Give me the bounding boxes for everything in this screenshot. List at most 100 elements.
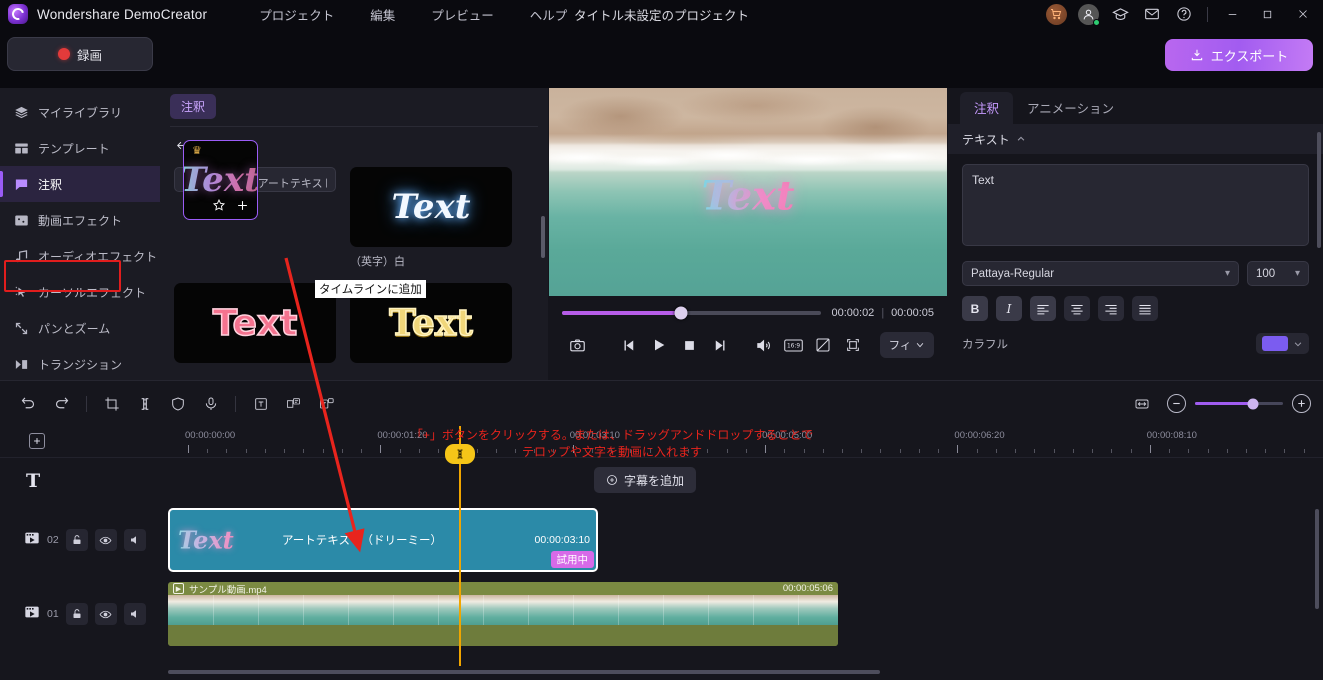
filmstrip-divider [483,595,484,625]
ruler-label: 00:00:08:10 [1146,430,1197,441]
templates-scrollbar[interactable] [541,216,545,258]
add-to-timeline-icon[interactable] [235,198,250,216]
italic-button[interactable]: I [996,296,1022,321]
fit-dropdown[interactable]: フィ [880,332,934,358]
microphone-icon[interactable] [194,389,227,419]
prev-frame-icon[interactable] [614,332,644,358]
font-size-dropdown[interactable]: 100 ▾ [1247,261,1309,286]
menu-item-help[interactable]: ヘルプ [530,5,568,24]
sidebar-item-pan-zoom[interactable]: パンとズーム [0,310,160,346]
close-button[interactable] [1286,0,1319,28]
ruler-tick [572,445,574,453]
timeline-ruler-row: 00:00:00:00 00:00:01:20 00:00:03:10 00:00:0… [0,426,1323,458]
aspect-ratio-icon[interactable]: 16:9 [778,332,808,358]
align-center-button[interactable] [1064,296,1090,321]
help-icon[interactable] [1169,1,1199,27]
sidebar-item-audio-effects[interactable]: オーディオエフェクト [0,238,160,274]
video-clip[interactable]: ▶ サンプル動画.mp4 00:00:05:06 [168,582,838,646]
volume-icon[interactable] [748,332,778,358]
crop-icon[interactable] [95,389,128,419]
template-thumbnail[interactable]: Text [174,283,336,363]
eye-icon[interactable] [94,529,117,551]
chevron-down-icon [917,343,924,348]
redo-icon[interactable] [45,389,78,419]
seek-handle[interactable] [674,306,688,320]
zoom-out-icon[interactable] [1167,394,1186,413]
playhead[interactable] [445,426,475,666]
zoom-in-icon[interactable] [1292,394,1311,413]
seek-bar[interactable] [562,306,822,320]
align-justify-button[interactable] [1132,296,1158,321]
add-subtitle-button[interactable]: 字幕を追加 [594,467,697,493]
sidebar-item-annotation[interactable]: 注釈 [0,166,160,202]
properties-scrollbar[interactable] [1317,132,1321,248]
template-item[interactable]: ♛ Text アートテキスト（ドリーミー） [174,139,336,220]
next-frame-icon[interactable] [704,332,734,358]
cart-icon[interactable] [1041,1,1071,27]
menu-item-edit[interactable]: 編集 [370,5,395,24]
sidebar-item-templates[interactable]: テンプレート [0,130,160,166]
subtitle-icon[interactable] [277,389,310,419]
tab-annotation[interactable]: 注釈 [960,92,1014,124]
zoom-handle[interactable] [1247,398,1259,409]
font-family-dropdown[interactable]: Pattaya-Regular ▾ [962,261,1239,286]
shield-icon[interactable] [161,389,194,419]
sidebar-item-transition[interactable]: トランジション [0,346,160,380]
maximize-button[interactable] [1251,0,1284,28]
align-left-button[interactable] [1030,296,1056,321]
sidebar-item-video-effects[interactable]: 動画エフェクト [0,202,160,238]
crop-icon[interactable] [808,332,838,358]
mute-icon[interactable] [123,529,146,551]
tab-annotation[interactable]: 注釈 [170,93,217,119]
timeline-vertical-scrollbar[interactable] [1315,509,1319,609]
add-track-button[interactable] [29,433,45,449]
video-preview[interactable]: Text [549,88,947,296]
snapshot-icon[interactable] [562,332,592,358]
stop-icon[interactable] [674,332,704,358]
color-swatch[interactable] [1262,336,1288,351]
menu-item-project[interactable]: プロジェクト [259,5,334,24]
split-icon[interactable] [128,389,161,419]
mail-icon[interactable] [1137,1,1167,27]
menu-item-preview[interactable]: プレビュー [431,5,494,24]
zoom-slider[interactable] [1195,398,1283,409]
text-clip[interactable]: Text アートテキスト（ドリーミー） 00:00:03:10 試用中 [168,508,598,572]
timeline-horizontal-scrollbar[interactable] [168,670,880,674]
playhead-handle[interactable] [445,444,475,464]
favorite-star-icon[interactable] [212,198,226,215]
graduation-cap-icon[interactable] [1105,1,1135,27]
account-icon[interactable] [1073,1,1103,27]
bold-button[interactable]: B [962,296,988,321]
template-item[interactable]: Text （英字）白 [350,167,512,269]
mute-icon[interactable] [123,603,146,625]
film-icon [24,530,40,551]
export-button[interactable]: エクスポート [1165,39,1313,71]
undo-icon[interactable] [12,389,45,419]
minimize-button[interactable] [1216,0,1249,28]
fullscreen-icon[interactable] [838,332,868,358]
eye-icon[interactable] [94,603,117,625]
color-dropdown[interactable] [1256,333,1309,354]
lock-icon[interactable] [65,529,88,551]
timeline-ruler[interactable]: 00:00:00:00 00:00:01:20 00:00:03:10 00:00:0… [165,426,1323,457]
template-item[interactable]: Text [174,283,336,363]
fit-timeline-icon[interactable] [1125,389,1158,419]
sidebar-item-my-library[interactable]: マイライブラリ [0,94,160,130]
filmstrip-divider [258,595,259,625]
tab-animation[interactable]: アニメーション [1013,92,1128,124]
play-icon[interactable] [644,332,674,358]
text-icon[interactable] [244,389,277,419]
timeline: 00:00:00:00 00:00:01:20 00:00:03:10 00:00:0… [0,380,1323,680]
align-right-button[interactable] [1098,296,1124,321]
text-section-header[interactable]: テキスト [948,124,1323,154]
template-thumbnail[interactable]: ♛ Text [183,139,258,220]
preview-overlay-text[interactable]: Text [702,173,795,220]
ruler-tick [1245,449,1247,453]
text-input[interactable] [962,164,1309,246]
sidebar-item-cursor-effects[interactable]: カーソルエフェクト [0,274,160,310]
caption-icon[interactable] [310,389,343,419]
template-thumbnail[interactable]: Text [350,167,512,247]
ruler-label: 00:00:06:20 [954,430,1005,441]
record-button[interactable]: 録画 [7,37,153,71]
lock-icon[interactable] [65,603,88,625]
